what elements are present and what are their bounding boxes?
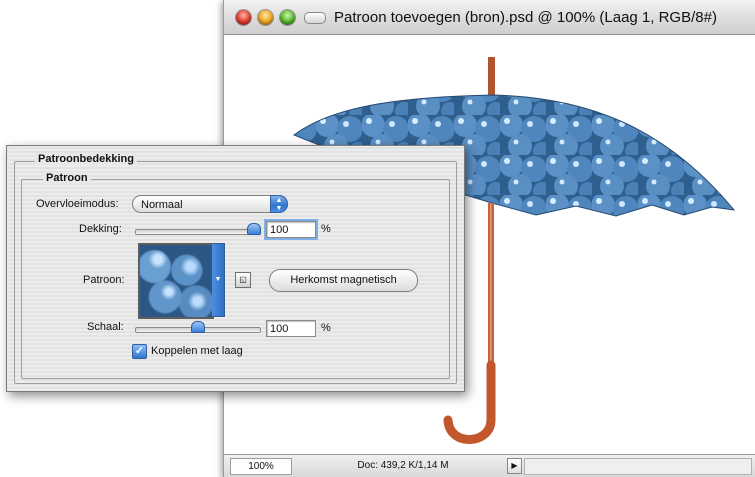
opacity-label: Dekking: — [79, 223, 122, 235]
pattern-dropdown-icon[interactable]: ▼ — [212, 243, 225, 317]
new-preset-icon[interactable]: ◱ — [235, 272, 251, 288]
zoom-window-button[interactable] — [280, 10, 295, 25]
link-with-layer-label: Koppelen met laag — [151, 345, 243, 357]
opacity-slider[interactable] — [135, 229, 261, 235]
opacity-input[interactable]: 100 — [266, 221, 316, 238]
pattern-label: Patroon: — [83, 274, 125, 286]
pattern-swatch[interactable] — [138, 243, 214, 319]
zoom-level-field[interactable]: 100% — [230, 458, 292, 475]
subgroup-title: Patroon — [43, 172, 91, 184]
snap-to-origin-button[interactable]: Herkomst magnetisch — [269, 269, 418, 292]
status-bar: 100% Doc: 439,2 K/1,14 M ▶ — [224, 454, 755, 477]
popup-arrows-icon: ▲ ▼ — [270, 195, 288, 213]
opacity-slider-thumb[interactable] — [247, 223, 261, 235]
scale-input[interactable]: 100 — [266, 320, 316, 337]
pattern-overlay-dialog: Patroonbedekking Patroon Overvloeimodus:… — [6, 145, 465, 392]
document-size-info: Doc: 439,2 K/1,14 M — [357, 460, 449, 471]
scale-label: Schaal: — [87, 321, 124, 333]
blend-mode-popup[interactable]: Normaal ▲ ▼ — [132, 195, 288, 213]
title-bar[interactable]: Patroon toevoegen (bron).psd @ 100% (Laa… — [224, 0, 755, 35]
document-title: Patroon toevoegen (bron).psd @ 100% (Laa… — [334, 9, 717, 26]
link-with-layer-checkbox[interactable]: ✓ — [132, 344, 147, 359]
status-menu-arrow-icon[interactable]: ▶ — [507, 458, 522, 474]
scale-slider-thumb[interactable] — [191, 321, 205, 333]
close-window-button[interactable] — [236, 10, 251, 25]
minimize-window-button[interactable] — [258, 10, 273, 25]
horizontal-scrollbar[interactable] — [524, 458, 752, 475]
opacity-unit: % — [321, 223, 331, 235]
scale-unit: % — [321, 322, 331, 334]
blend-mode-value: Normaal — [141, 199, 183, 211]
group-title: Patroonbedekking — [35, 153, 137, 165]
blend-mode-label: Overvloeimodus: — [36, 198, 119, 210]
toolbar-toggle-button[interactable] — [304, 12, 326, 24]
